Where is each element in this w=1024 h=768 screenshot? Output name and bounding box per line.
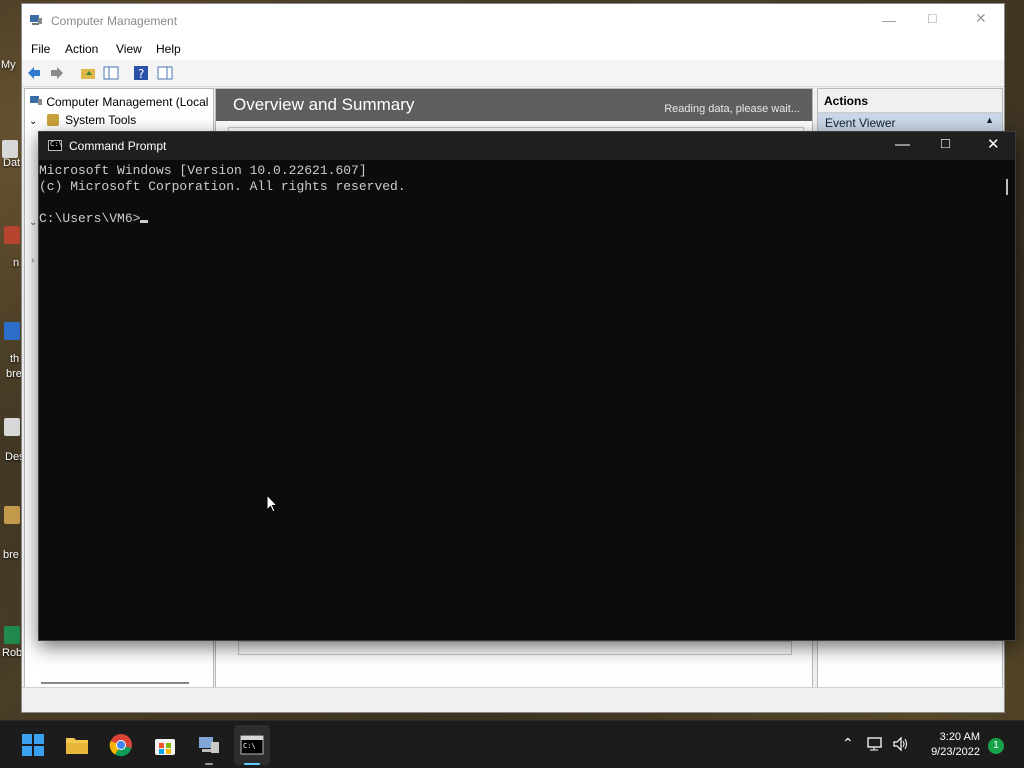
show-hide-tree-icon[interactable] bbox=[103, 65, 119, 81]
actions-item-label: Event Viewer bbox=[825, 116, 896, 130]
file-explorer-icon[interactable] bbox=[65, 733, 89, 757]
chrome-icon[interactable] bbox=[109, 733, 133, 757]
volume-icon[interactable] bbox=[892, 736, 910, 752]
desktop-label[interactable]: Dat bbox=[3, 157, 20, 169]
forward-icon[interactable] bbox=[49, 65, 65, 81]
mouse-pointer-icon bbox=[266, 494, 279, 513]
network-icon[interactable] bbox=[867, 736, 885, 752]
loading-status: Reading data, please wait... bbox=[664, 103, 800, 115]
svg-text:?: ? bbox=[138, 67, 144, 81]
taskbar: C:\ ⌃ 3:20 AM 9/23/2022 1 bbox=[0, 720, 1024, 768]
tools-icon bbox=[46, 114, 59, 126]
toolbar: ? bbox=[22, 60, 1004, 87]
help-icon[interactable]: ? bbox=[133, 65, 149, 81]
console-output[interactable]: Microsoft Windows [Version 10.0.22621.60… bbox=[39, 161, 1001, 640]
notification-badge[interactable]: 1 bbox=[988, 738, 1004, 754]
command-prompt-window[interactable]: Command Prompt — □ ✕ Microsoft Windows [… bbox=[38, 131, 1016, 641]
actions-item-event-viewer[interactable]: Event Viewer ▲ bbox=[818, 113, 1002, 131]
window-title: Computer Management bbox=[51, 14, 178, 28]
actions-header: Actions bbox=[818, 89, 1002, 113]
chevron-right-icon[interactable]: › bbox=[31, 255, 34, 266]
window-title: Command Prompt bbox=[69, 139, 167, 153]
maximize-button[interactable]: □ bbox=[928, 10, 936, 26]
vertical-scrollbar[interactable] bbox=[1006, 179, 1008, 195]
horizontal-scrollbar[interactable] bbox=[41, 682, 189, 684]
tree-item-label: System Tools bbox=[65, 113, 137, 127]
status-bar bbox=[22, 687, 1004, 712]
chevron-down-icon[interactable]: ⌄ bbox=[29, 217, 37, 228]
clock[interactable]: 3:20 AM 9/23/2022 bbox=[931, 730, 980, 760]
desktop-label[interactable]: n bbox=[13, 257, 19, 269]
clock-time: 3:20 AM bbox=[939, 731, 980, 743]
overview-title: Overview and Summary bbox=[233, 95, 415, 114]
title-bar[interactable]: Command Prompt — □ ✕ bbox=[39, 132, 1015, 160]
tree-item-system-tools[interactable]: ⌄ System Tools bbox=[29, 113, 136, 127]
active-indicator bbox=[244, 763, 260, 765]
desktop-label[interactable]: My bbox=[1, 59, 16, 71]
close-button[interactable]: ✕ bbox=[975, 10, 987, 27]
menu-view[interactable]: View bbox=[116, 42, 142, 56]
desktop-app-icon[interactable] bbox=[4, 626, 20, 644]
menu-help[interactable]: Help bbox=[156, 42, 181, 56]
desktop-file-icon[interactable] bbox=[2, 140, 18, 158]
up-folder-icon[interactable] bbox=[80, 65, 96, 81]
menu-action[interactable]: Action bbox=[65, 42, 98, 56]
command-prompt-taskbar-icon[interactable]: C:\ bbox=[240, 733, 264, 757]
menu-bar: File Action View Help bbox=[22, 38, 1004, 60]
horizontal-scrollbar[interactable] bbox=[238, 641, 792, 655]
back-icon[interactable] bbox=[26, 65, 42, 81]
running-indicator bbox=[205, 763, 213, 765]
text-cursor bbox=[140, 220, 149, 223]
desktop-folder-icon[interactable] bbox=[4, 506, 20, 524]
desktop-app-icon[interactable] bbox=[4, 226, 20, 244]
tree-root[interactable]: Computer Management (Local bbox=[29, 95, 208, 109]
overview-header: Overview and Summary Reading data, pleas… bbox=[216, 89, 812, 121]
clock-date: 9/23/2022 bbox=[931, 746, 980, 758]
minimize-button[interactable]: — bbox=[882, 12, 896, 28]
desktop-label[interactable]: Rob bbox=[2, 647, 22, 659]
computer-management-taskbar-icon[interactable] bbox=[197, 733, 221, 757]
show-hide-action-pane-icon[interactable] bbox=[157, 65, 173, 81]
chevron-down-icon[interactable]: ⌄ bbox=[29, 116, 37, 127]
menu-file[interactable]: File bbox=[31, 42, 50, 56]
desktop-label[interactable]: bre bbox=[6, 368, 22, 380]
computer-management-icon bbox=[30, 96, 42, 105]
minimize-button[interactable]: — bbox=[895, 136, 910, 153]
tree-root-label: Computer Management (Local bbox=[46, 95, 209, 109]
desktop-label[interactable]: bre bbox=[3, 549, 19, 561]
title-bar[interactable]: Computer Management — □ ✕ bbox=[22, 4, 1004, 38]
chevron-up-icon[interactable]: ⌃ bbox=[842, 735, 854, 752]
maximize-button[interactable]: □ bbox=[941, 135, 950, 152]
console-line: Microsoft Windows [Version 10.0.22621.60… bbox=[39, 163, 367, 178]
computer-management-icon bbox=[30, 15, 42, 25]
prompt-line[interactable]: C:\Users\VM6> bbox=[39, 211, 1001, 227]
start-icon[interactable] bbox=[21, 733, 45, 757]
microsoft-store-icon[interactable] bbox=[153, 733, 177, 757]
prompt-text: C:\Users\VM6> bbox=[39, 211, 141, 226]
close-button[interactable]: ✕ bbox=[987, 135, 1000, 153]
console-line: (c) Microsoft Corporation. All rights re… bbox=[39, 179, 406, 194]
desktop-app-icon[interactable] bbox=[4, 322, 20, 340]
command-prompt-icon bbox=[48, 140, 63, 151]
desktop-label[interactable]: th bbox=[10, 353, 19, 365]
chevron-up-icon[interactable]: ▲ bbox=[985, 115, 994, 125]
desktop-file-icon[interactable] bbox=[4, 418, 20, 436]
svg-text:C:\: C:\ bbox=[243, 742, 256, 750]
